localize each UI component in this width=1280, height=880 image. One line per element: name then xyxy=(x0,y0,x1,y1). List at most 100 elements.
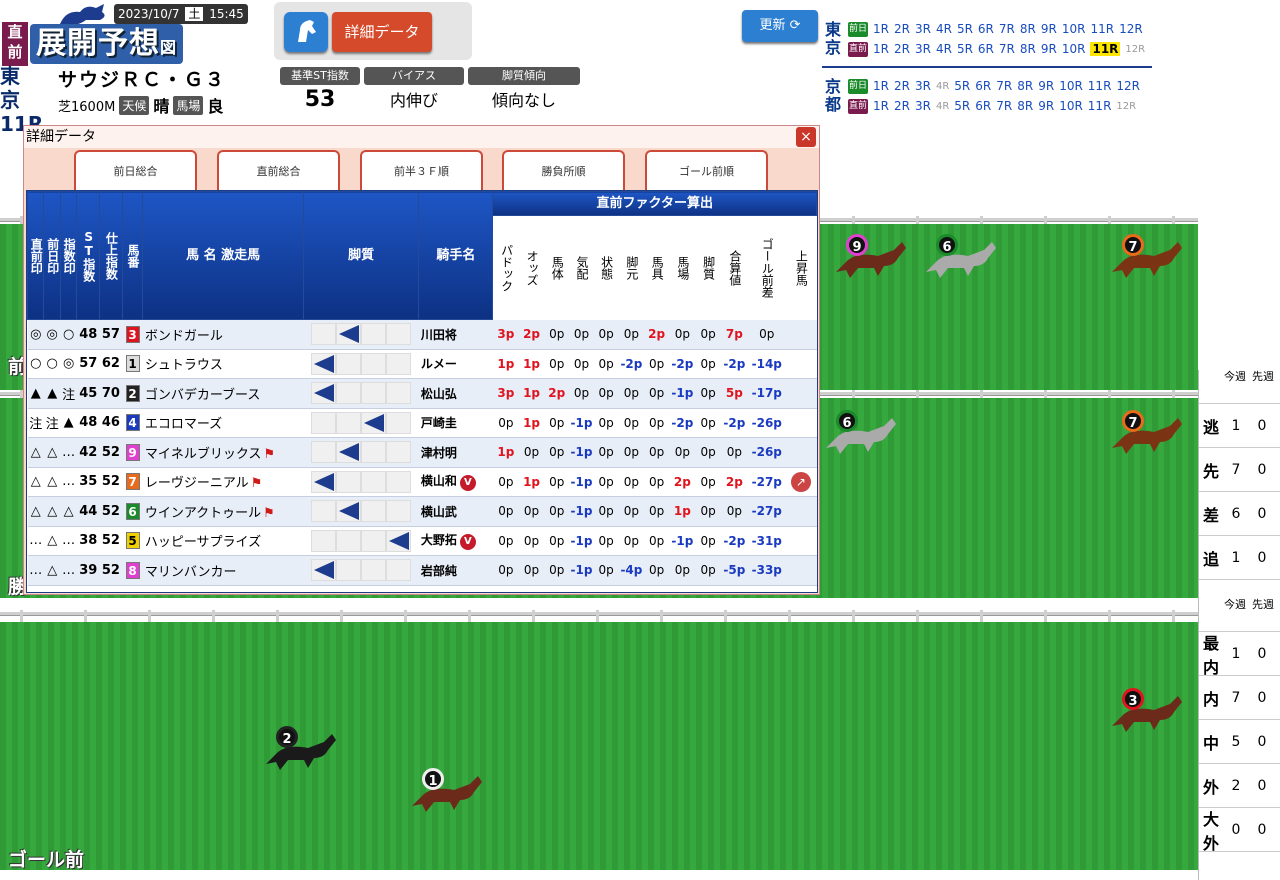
race-link-6R[interactable]: 6R xyxy=(978,22,994,36)
race-link-2R[interactable]: 2R xyxy=(894,22,910,36)
horse-name[interactable]: ゴンバデカーブース xyxy=(145,388,261,403)
track-nav-name: 京都 xyxy=(824,77,841,114)
table-row[interactable]: ○ ○ ◎ 57 62 1 シュトラウス ルメー 1p 1p 0p 0p 0p -2p 0p -2p 0p -2p… xyxy=(27,349,817,379)
jockey-name[interactable]: 川田将 xyxy=(421,328,457,342)
race-link-12R[interactable]: 12R xyxy=(1119,22,1143,36)
horse-marker[interactable]: 3 xyxy=(1104,686,1194,736)
race-link-7R[interactable]: 7R xyxy=(999,42,1015,56)
horse-marker[interactable]: 6 xyxy=(918,232,1008,282)
update-button[interactable]: 更新 ⟳ xyxy=(742,10,818,42)
jockey-name[interactable]: ルメー xyxy=(421,357,457,371)
factor-value: -1p xyxy=(668,526,696,556)
race-link-1R[interactable]: 1R xyxy=(873,99,889,113)
race-link-9R[interactable]: 9R xyxy=(1038,79,1054,93)
race-link-7R[interactable]: 7R xyxy=(999,22,1015,36)
race-link-1R[interactable]: 1R xyxy=(873,79,889,93)
race-link-5R[interactable]: 5R xyxy=(957,22,973,36)
race-link-3R[interactable]: 3R xyxy=(915,22,931,36)
index-st: 35 xyxy=(76,467,100,497)
race-link-6R[interactable]: 6R xyxy=(975,79,991,93)
horse-marker[interactable]: 6 xyxy=(818,408,908,458)
side-header: 今週 先週 xyxy=(1199,370,1280,404)
race-link-5R[interactable]: 5R xyxy=(954,99,970,113)
jockey-name[interactable]: 横山武 xyxy=(421,505,457,519)
race-link-11R[interactable]: 11R xyxy=(1088,99,1112,113)
race-link-1R[interactable]: 1R xyxy=(873,22,889,36)
horse-head-button[interactable] xyxy=(284,12,328,52)
close-button[interactable]: × xyxy=(796,127,816,147)
race-link-3R[interactable]: 3R xyxy=(915,42,931,56)
jockey-name[interactable]: 岩部純 xyxy=(421,564,457,578)
race-link-8R[interactable]: 8R xyxy=(1020,22,1036,36)
table-row[interactable]: ▲ ▲ 注 45 70 2 ゴンバデカーブース 松山弘 3p 1p 2p 0p 0p 0p 0p -1p 0p 5… xyxy=(27,378,817,409)
race-link-12R[interactable]: 12R xyxy=(1116,79,1140,93)
race-link-11R[interactable]: 11R xyxy=(1090,22,1114,36)
race-link-10R[interactable]: 10R xyxy=(1059,79,1083,93)
jockey-name[interactable]: 津村明 xyxy=(421,446,457,460)
horse-name[interactable]: ハッピーサプライズ xyxy=(145,535,261,550)
factor-value: 5p xyxy=(720,378,749,409)
side-row: 差60 xyxy=(1199,492,1280,536)
horse-name[interactable]: マイネルブリックス xyxy=(145,447,262,462)
tab-0[interactable]: 前日総合 xyxy=(74,150,197,190)
race-link-8R[interactable]: 8R xyxy=(1017,99,1033,113)
jockey-name[interactable]: 松山弘 xyxy=(421,387,457,401)
table-row[interactable]: △ △… 35 52 7 レーヴジーニアル ⚑ 横山和 V 0p 1p 0p -1p 0p 0p 0p 2p 0p… xyxy=(27,467,817,497)
race-link-2R[interactable]: 2R xyxy=(894,42,910,56)
table-row[interactable]: △ △… 42 52 9 マイネルブリックス ⚑ 津村明 1p 0p 0p -1p 0p 0p 0p 0p 0p… xyxy=(27,437,817,468)
race-link-2R[interactable]: 2R xyxy=(894,79,910,93)
race-link-4R[interactable]: 4R xyxy=(936,81,949,92)
tab-2[interactable]: 前半３Ｆ順 xyxy=(360,150,483,190)
race-link-11R[interactable]: 11R xyxy=(1090,42,1121,56)
jockey-name[interactable]: 横山和 xyxy=(421,474,457,488)
race-link-12R[interactable]: 12R xyxy=(1116,101,1136,112)
race-link-1R[interactable]: 1R xyxy=(873,42,889,56)
race-link-12R[interactable]: 12R xyxy=(1125,44,1145,55)
horse-marker[interactable]: 9 xyxy=(828,232,918,282)
race-link-3R[interactable]: 3R xyxy=(915,99,931,113)
horse-marker[interactable]: 1 xyxy=(404,766,494,816)
race-link-3R[interactable]: 3R xyxy=(915,79,931,93)
race-link-11R[interactable]: 11R xyxy=(1088,79,1112,93)
race-link-4R[interactable]: 4R xyxy=(936,42,952,56)
table-row[interactable]: ◎ ◎ ○ 48 57 3 ボンドガール 川田将 3p 2p 0p 0p 0p 0p 2p 0p 0p 7p 0p xyxy=(27,319,817,350)
factor-value: -2p xyxy=(668,408,696,438)
horse-marker[interactable]: 2 xyxy=(258,724,348,774)
race-link-9R[interactable]: 9R xyxy=(1041,22,1057,36)
race-link-7R[interactable]: 7R xyxy=(996,79,1012,93)
race-link-6R[interactable]: 6R xyxy=(978,42,994,56)
race-link-9R[interactable]: 9R xyxy=(1041,42,1057,56)
race-link-10R[interactable]: 10R xyxy=(1062,22,1086,36)
tab-1[interactable]: 直前総合 xyxy=(217,150,340,190)
race-link-4R[interactable]: 4R xyxy=(936,22,952,36)
horse-name[interactable]: シュトラウス xyxy=(145,358,223,373)
jockey-name[interactable]: 戸崎圭 xyxy=(421,416,457,430)
race-link-6R[interactable]: 6R xyxy=(975,99,991,113)
race-link-10R[interactable]: 10R xyxy=(1062,42,1086,56)
race-link-2R[interactable]: 2R xyxy=(894,99,910,113)
table-row[interactable]: … △… 39 52 8 マリンバンカー 岩部純 0p 0p 0p -1p 0p -4p 0p 0p 0p -5… xyxy=(27,555,817,586)
horse-marker[interactable]: 7 xyxy=(1104,408,1194,458)
table-row[interactable]: 注注 ▲ 48 46 4 エコロマーズ 戸崎圭 0p 1p 0p -1p 0p 0p 0p -2p 0p -2p… xyxy=(27,408,817,438)
jockey-cell: 松山弘 xyxy=(418,378,493,409)
horse-name[interactable]: レーヴジーニアル xyxy=(145,476,249,491)
race-link-5R[interactable]: 5R xyxy=(954,79,970,93)
horse-name[interactable]: エコロマーズ xyxy=(145,417,222,432)
table-row[interactable]: … △… 38 52 5 ハッピーサプライズ 大野拓 V 0p 0p 0p -1p 0p 0p 0p -1p 0… xyxy=(27,526,817,556)
race-link-10R[interactable]: 10R xyxy=(1059,99,1083,113)
horse-name[interactable]: マリンバンカー xyxy=(145,565,237,580)
race-link-8R[interactable]: 8R xyxy=(1020,42,1036,56)
horse-name[interactable]: ウインアクトゥール xyxy=(145,506,261,521)
race-link-9R[interactable]: 9R xyxy=(1038,99,1054,113)
race-link-8R[interactable]: 8R xyxy=(1017,79,1033,93)
race-link-5R[interactable]: 5R xyxy=(957,42,973,56)
table-row[interactable]: △ △ △ 44 52 6 ウインアクトゥール ⚑ 横山武 0p 0p 0p -1p 0p 0p 0p 1p 0p… xyxy=(27,496,817,527)
race-link-7R[interactable]: 7R xyxy=(996,99,1012,113)
race-link-4R[interactable]: 4R xyxy=(936,101,949,112)
jockey-name[interactable]: 大野拓 xyxy=(421,533,457,547)
tab-4[interactable]: ゴール前順 xyxy=(645,150,768,190)
detail-data-button[interactable]: 詳細データ xyxy=(332,12,432,52)
horse-name[interactable]: ボンドガール xyxy=(145,329,223,344)
horse-marker[interactable]: 7 xyxy=(1104,232,1194,282)
tab-3[interactable]: 勝負所順 xyxy=(502,150,625,190)
